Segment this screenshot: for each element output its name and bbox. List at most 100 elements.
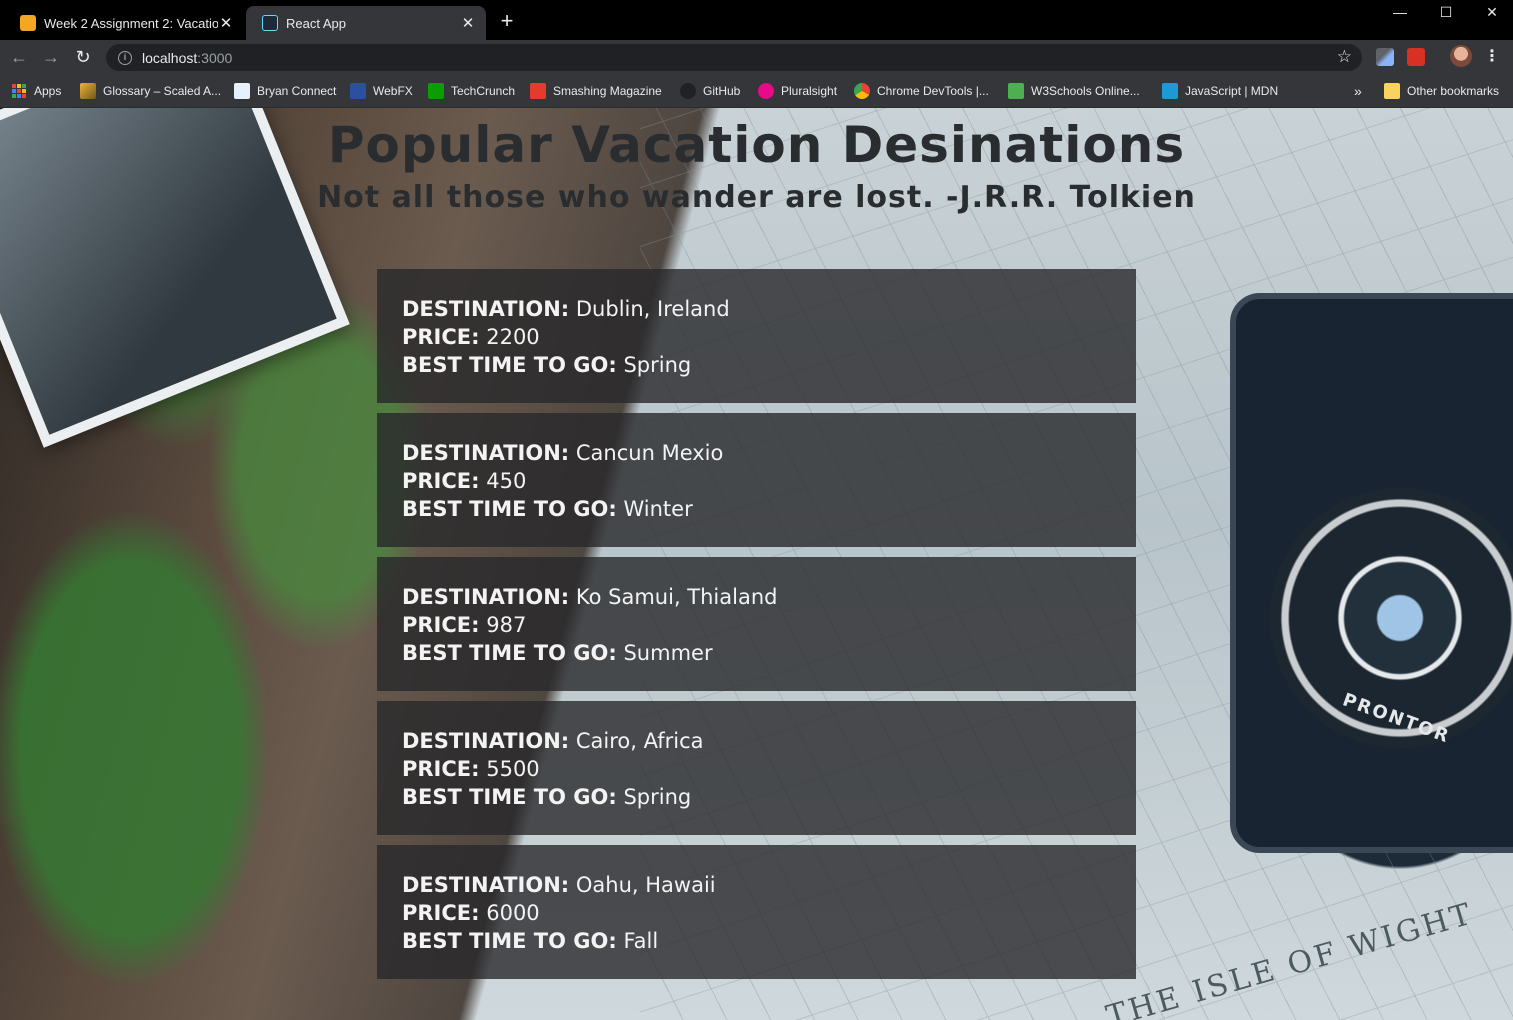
bookmark-github[interactable]: GitHub xyxy=(680,81,740,101)
destination-value: Oahu, Hawaii xyxy=(575,873,716,897)
bookmark-smashing-magazine[interactable]: Smashing Magazine xyxy=(530,81,662,101)
best-time-label: BEST TIME TO GO: xyxy=(402,641,617,665)
bookmark-star-icon[interactable]: ☆ xyxy=(1337,47,1352,67)
bookmark-bryan-connect[interactable]: Bryan Connect xyxy=(234,81,336,101)
mdn-icon xyxy=(1162,83,1178,99)
best-time-label: BEST TIME TO GO: xyxy=(402,497,617,521)
reload-button[interactable]: ↻ xyxy=(72,46,94,68)
other-bookmarks-folder[interactable]: Other bookmarks xyxy=(1384,81,1499,101)
w3schools-icon xyxy=(1008,83,1024,99)
bookmark-label: TechCrunch xyxy=(451,84,516,98)
close-window-button[interactable]: ✕ xyxy=(1469,0,1513,24)
price-label: PRICE: xyxy=(402,901,480,925)
address-bar[interactable]: i localhost:3000 ☆ xyxy=(106,44,1362,71)
bookmark-mdn[interactable]: JavaScript | MDN xyxy=(1162,81,1278,101)
bookmark-chrome-devtools[interactable]: Chrome DevTools |... xyxy=(854,81,989,101)
bookmark-techcrunch[interactable]: TechCrunch xyxy=(428,81,515,101)
bookmark-label: Chrome DevTools |... xyxy=(877,84,989,98)
bookmark-label: Apps xyxy=(34,84,62,98)
destination-value: Cairo, Africa xyxy=(575,729,704,753)
back-button[interactable]: ← xyxy=(8,46,30,68)
bookmark-glossary[interactable]: Glossary – Scaled A... xyxy=(80,81,221,101)
page-subtitle: Not all those who wander are lost. -J.R.… xyxy=(317,180,1196,215)
price-label: PRICE: xyxy=(402,613,480,637)
profile-avatar[interactable] xyxy=(1450,45,1472,67)
close-tab-icon[interactable]: ✕ xyxy=(460,14,476,32)
destination-value: Cancun Mexio xyxy=(575,441,724,465)
smashing-magazine-icon xyxy=(530,83,546,99)
best-time-label: BEST TIME TO GO: xyxy=(402,353,617,377)
destination-row: DESTINATION: Dublin, Ireland xyxy=(402,295,1136,323)
canvas-icon xyxy=(20,15,36,31)
destination-label: DESTINATION: xyxy=(402,729,570,753)
bookmark-apps[interactable]: Apps xyxy=(12,81,61,101)
bookmark-label: Bryan Connect xyxy=(257,84,337,98)
destination-label: DESTINATION: xyxy=(402,441,570,465)
destination-card: DESTINATION: Cancun Mexio PRICE: 450 BES… xyxy=(377,413,1136,547)
apps-grid-icon xyxy=(12,84,26,98)
bookmark-label: GitHub xyxy=(703,84,741,98)
bookmark-label: Glossary – Scaled A... xyxy=(103,84,222,98)
destination-value: Dublin, Ireland xyxy=(575,297,730,321)
destination-row: DESTINATION: Ko Samui, Thialand xyxy=(402,583,1136,611)
best-time-value: Spring xyxy=(623,353,692,377)
best-time-label: BEST TIME TO GO: xyxy=(402,929,617,953)
best-time-value: Spring xyxy=(623,785,692,809)
price-value: 6000 xyxy=(486,901,540,925)
pluralsight-icon xyxy=(758,83,774,99)
best-time-row: BEST TIME TO GO: Spring xyxy=(402,783,1136,811)
best-time-row: BEST TIME TO GO: Summer xyxy=(402,639,1136,667)
tab-title: Week 2 Assignment 2: Vacation S xyxy=(44,15,218,31)
destination-row: DESTINATION: Cairo, Africa xyxy=(402,727,1136,755)
destination-list: DESTINATION: Dublin, Ireland PRICE: 2200… xyxy=(377,269,1136,989)
best-time-row: BEST TIME TO GO: Fall xyxy=(402,927,1136,955)
destination-label: DESTINATION: xyxy=(402,873,570,897)
bookmark-label: W3Schools Online... xyxy=(1031,84,1140,98)
price-row: PRICE: 450 xyxy=(402,467,1136,495)
bryan-connect-icon xyxy=(234,83,250,99)
pen-extension-icon[interactable] xyxy=(1376,48,1394,66)
url-host: localhost xyxy=(142,49,198,66)
bookmark-label: Smashing Magazine xyxy=(553,84,662,98)
destination-value: Ko Samui, Thialand xyxy=(575,585,778,609)
url-port: :3000 xyxy=(197,49,233,66)
folder-icon xyxy=(1384,83,1400,99)
page-title: Popular Vacation Desinations xyxy=(327,116,1186,174)
price-label: PRICE: xyxy=(402,757,480,781)
red-extension-icon[interactable] xyxy=(1407,48,1425,66)
destination-label: DESTINATION: xyxy=(402,585,570,609)
bookmark-pluralsight[interactable]: Pluralsight xyxy=(758,81,837,101)
glossary-icon xyxy=(80,83,96,99)
minimize-button[interactable]: — xyxy=(1377,0,1423,24)
bookmark-webfx[interactable]: WebFX xyxy=(350,81,413,101)
best-time-value: Winter xyxy=(623,497,693,521)
close-tab-icon[interactable]: ✕ xyxy=(218,14,234,32)
price-value: 5500 xyxy=(486,757,540,781)
chrome-menu-icon[interactable]: ⋮ xyxy=(1484,46,1500,66)
tab-vacation-assignment[interactable]: Week 2 Assignment 2: Vacation S ✕ xyxy=(4,6,244,40)
bookmarks-overflow-button[interactable]: » xyxy=(1354,81,1362,101)
best-time-row: BEST TIME TO GO: Winter xyxy=(402,495,1136,523)
site-info-icon[interactable]: i xyxy=(118,50,132,65)
best-time-label: BEST TIME TO GO: xyxy=(402,785,617,809)
forward-button[interactable]: → xyxy=(40,46,62,68)
destination-label: DESTINATION: xyxy=(402,297,570,321)
price-row: PRICE: 2200 xyxy=(402,323,1136,351)
price-row: PRICE: 5500 xyxy=(402,755,1136,783)
destination-row: DESTINATION: Cancun Mexio xyxy=(402,439,1136,467)
techcrunch-icon xyxy=(428,83,444,99)
maximize-button[interactable]: ☐ xyxy=(1423,0,1469,24)
best-time-value: Fall xyxy=(623,929,659,953)
new-tab-button[interactable]: + xyxy=(496,10,518,32)
price-value: 987 xyxy=(486,613,527,637)
best-time-value: Summer xyxy=(623,641,713,665)
browser-toolbar: ← → ↻ i localhost:3000 ☆ xyxy=(0,40,1513,74)
page-viewport: PRONTOR THE ISLE OF WIGHT Popular Vacati… xyxy=(0,108,1513,1020)
bookmark-w3schools[interactable]: W3Schools Online... xyxy=(1008,81,1140,101)
tab-react-app[interactable]: React App ✕ xyxy=(246,6,486,40)
chrome-devtools-icon xyxy=(854,83,870,99)
destination-card: DESTINATION: Oahu, Hawaii PRICE: 6000 BE… xyxy=(377,845,1136,979)
github-icon xyxy=(680,83,696,99)
destination-card: DESTINATION: Cairo, Africa PRICE: 5500 B… xyxy=(377,701,1136,835)
destination-card: DESTINATION: Ko Samui, Thialand PRICE: 9… xyxy=(377,557,1136,691)
